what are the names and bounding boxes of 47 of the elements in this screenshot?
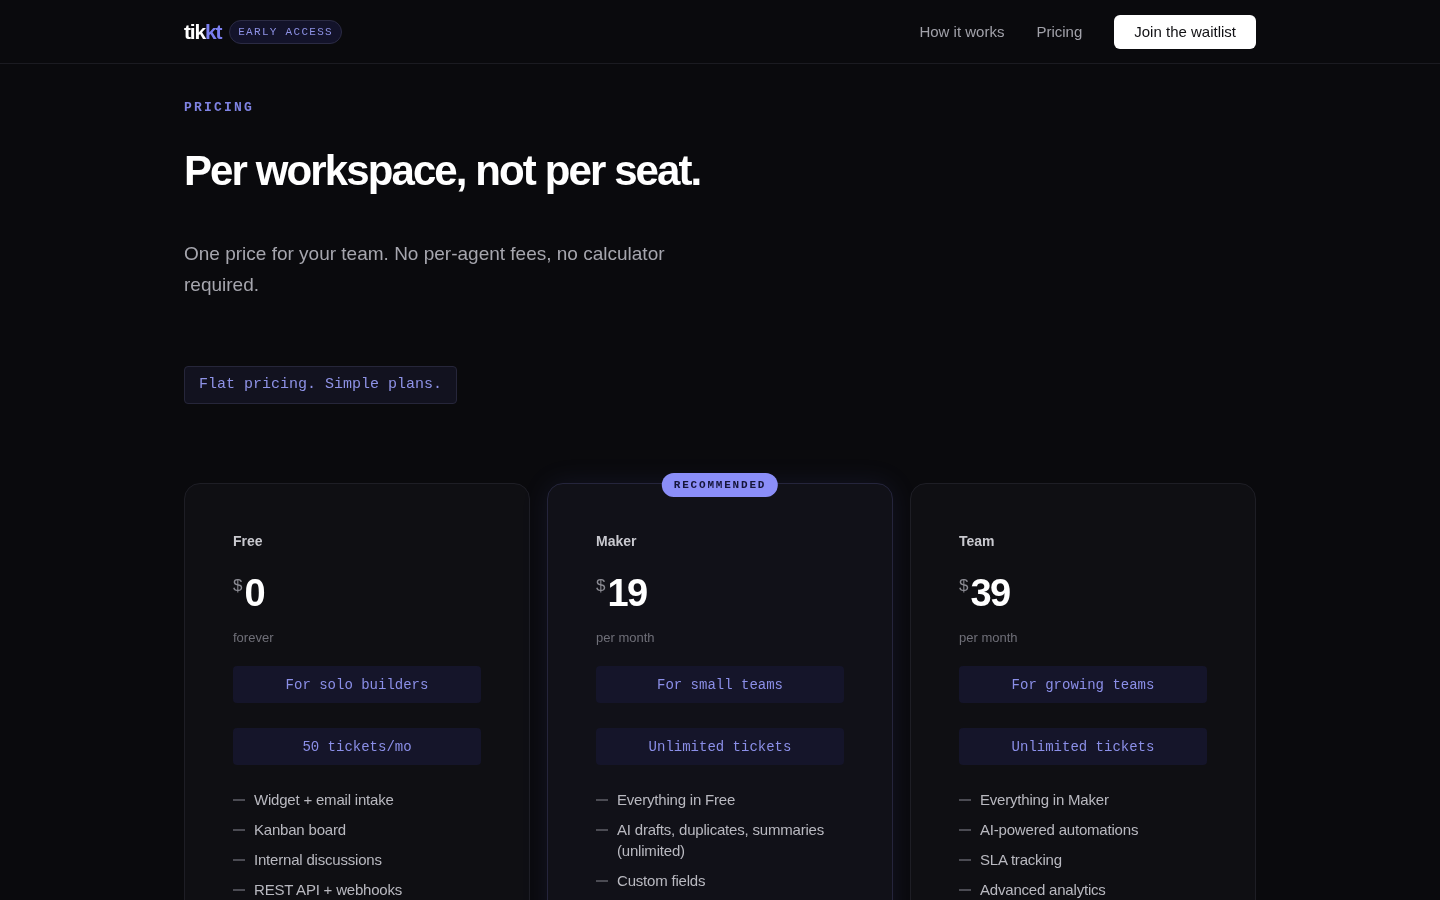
- feature-item: SLA tracking: [980, 850, 1062, 870]
- section-eyebrow: PRICING: [184, 100, 255, 116]
- dash-icon: [596, 880, 608, 882]
- plan-audience: For growing teams: [959, 666, 1207, 703]
- feature-item: Everything in Maker: [980, 790, 1109, 810]
- feature-item: REST API + webhooks: [254, 880, 403, 900]
- plan-name: Maker: [596, 532, 638, 551]
- dash-icon: [959, 889, 971, 891]
- nav-link[interactable]: Pricing: [1036, 23, 1083, 40]
- page-heading: Per workspace, not per seat.: [184, 148, 702, 194]
- plan-price: $39: [959, 571, 1010, 615]
- feature-item: Widget + email intake: [254, 790, 394, 810]
- dash-icon: [959, 859, 971, 861]
- plan-audience: For small teams: [596, 666, 844, 703]
- dash-icon: [233, 829, 245, 831]
- billing-period: per month: [596, 629, 656, 647]
- feature-item: AI drafts, duplicates, summaries (unlimited): [617, 820, 825, 861]
- dash-icon: [233, 799, 245, 801]
- nav-link[interactable]: How it works: [919, 23, 1005, 40]
- dash-icon: [596, 799, 608, 801]
- recommended-badge: RECOMMENDED: [661, 473, 779, 497]
- page-subtitle: One price for your team. No per-agent fees, no calculator required.: [184, 242, 666, 297]
- plan-name: Team: [959, 532, 996, 551]
- feature-item: Advanced analytics: [980, 880, 1106, 900]
- dash-icon: [959, 829, 971, 831]
- feature-item: Internal discussions: [254, 850, 382, 870]
- plan-audience: For solo builders: [233, 666, 481, 703]
- plan-name: Free: [233, 532, 264, 551]
- billing-period: per month: [959, 629, 1019, 647]
- ticket-limit: Unlimited tickets: [959, 728, 1207, 765]
- early-access-badge: EARLY ACCESS: [229, 19, 343, 44]
- dash-icon: [233, 859, 245, 861]
- dash-icon: [233, 889, 245, 891]
- dash-icon: [959, 799, 971, 801]
- feature-item: Kanban board: [254, 820, 346, 840]
- dash-icon: [596, 829, 608, 831]
- join-waitlist-button[interactable]: Join the waitlist: [1114, 14, 1256, 49]
- billing-period: forever: [233, 629, 275, 647]
- plan-price: $0: [233, 571, 265, 615]
- feature-item: AI-powered automations: [980, 820, 1139, 840]
- logo[interactable]: tikkt: [184, 19, 222, 44]
- feature-item: Custom fields: [617, 871, 706, 891]
- pricing-tag: Flat pricing. Simple plans.: [184, 366, 458, 404]
- ticket-limit: Unlimited tickets: [596, 728, 844, 765]
- feature-item: Everything in Free: [617, 790, 736, 810]
- plan-price: $19: [596, 571, 647, 615]
- ticket-limit: 50 tickets/mo: [233, 728, 481, 765]
